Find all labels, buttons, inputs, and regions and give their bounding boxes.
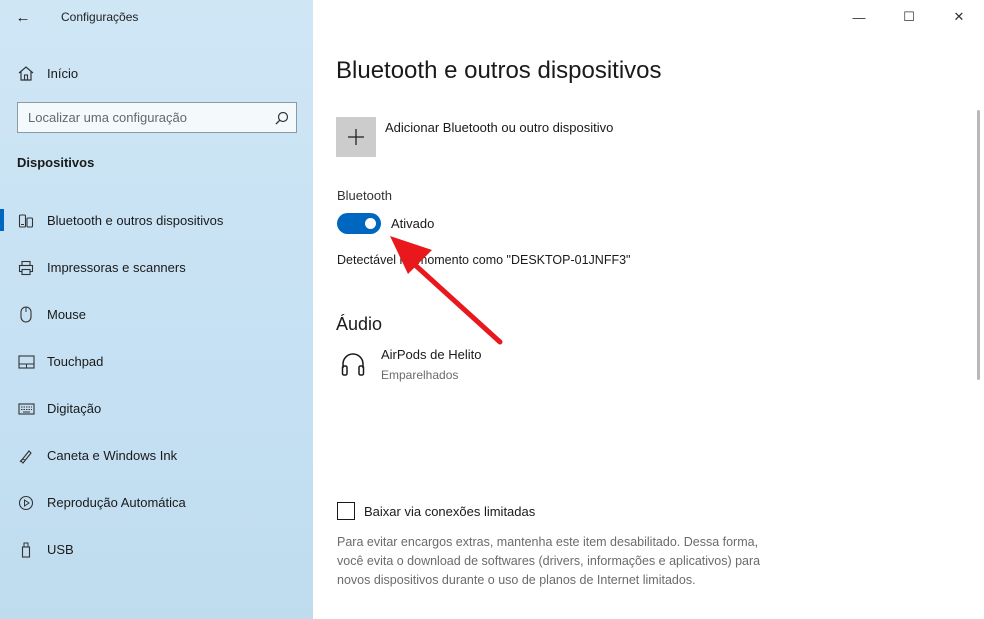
minimize-icon: — <box>852 9 866 25</box>
sidebar-item-mouse[interactable]: Mouse <box>0 291 313 338</box>
discoverable-text: Detectável no momento como "DESKTOP-01JN… <box>337 253 631 267</box>
touchpad-icon <box>17 354 35 369</box>
app-title: Configurações <box>61 10 139 24</box>
sidebar-item-typing[interactable]: Digitação <box>0 385 313 432</box>
maximize-button[interactable]: ☐ <box>884 0 934 34</box>
title-bar: ← Configurações <box>0 0 313 34</box>
autoplay-icon <box>17 495 35 511</box>
sidebar-item-label: Bluetooth e outros dispositivos <box>47 213 224 228</box>
metered-connection-option[interactable]: Baixar via conexões limitadas <box>337 502 535 520</box>
audio-section-title: Áudio <box>336 314 383 334</box>
annotation-arrow-icon <box>390 236 503 345</box>
window-controls: — ☐ ✕ <box>834 0 984 34</box>
close-icon: ✕ <box>953 9 965 24</box>
device-status: Emparelhados <box>381 368 459 382</box>
mouse-icon <box>17 306 35 323</box>
add-device-button[interactable]: Adicionar Bluetooth ou outro dispositivo <box>336 117 613 157</box>
device-name: AirPods de Helito <box>381 347 482 362</box>
bluetooth-toggle-row: Ativado <box>337 213 434 234</box>
search-input[interactable]: Localizar uma configuração <box>17 102 297 133</box>
sidebar-item-bluetooth[interactable]: Bluetooth e outros dispositivos <box>0 197 313 244</box>
toggle-knob <box>365 218 376 229</box>
headphones-icon <box>340 347 368 381</box>
toggle-state-label: Ativado <box>391 216 435 231</box>
device-text: AirPods de Helito Emparelhados <box>381 347 481 382</box>
sidebar-item-label: Digitação <box>47 401 102 416</box>
sidebar-item-label: Impressoras e scanners <box>47 260 186 275</box>
sidebar-item-label: Touchpad <box>47 354 104 369</box>
back-button[interactable]: ← <box>0 0 46 34</box>
bluetooth-toggle[interactable] <box>337 213 381 234</box>
sidebar-item-pen[interactable]: Caneta e Windows Ink <box>0 432 313 479</box>
sidebar: ← Configurações Início Localizar uma con… <box>0 0 313 619</box>
bluetooth-label: Bluetooth <box>337 188 392 203</box>
sidebar-item-label: Mouse <box>47 307 87 322</box>
keyboard-icon <box>17 402 35 415</box>
bluetooth-devices-icon <box>17 213 35 229</box>
sidebar-item-autoplay[interactable]: Reprodução Automática <box>0 479 313 526</box>
sidebar-nav: Bluetooth e outros dispositivos Impresso… <box>0 197 313 573</box>
audio-device-item[interactable]: AirPods de Helito Emparelhados <box>340 347 481 382</box>
sidebar-item-label: Início <box>47 65 79 81</box>
home-icon <box>17 65 35 81</box>
add-device-label: Adicionar Bluetooth ou outro dispositivo <box>385 120 614 135</box>
maximize-icon: ☐ <box>903 9 915 24</box>
sidebar-item-touchpad[interactable]: Touchpad <box>0 338 313 385</box>
section-title: Dispositivos <box>17 155 95 170</box>
sidebar-item-label: Caneta e Windows Ink <box>47 448 178 463</box>
pen-icon <box>17 448 35 464</box>
close-button[interactable]: ✕ <box>934 0 984 34</box>
sidebar-item-printers[interactable]: Impressoras e scanners <box>0 244 313 291</box>
plus-icon <box>348 129 364 145</box>
sidebar-item-label: Reprodução Automática <box>47 495 186 510</box>
minimize-button[interactable]: — <box>834 0 884 34</box>
search-icon[interactable] <box>268 111 296 125</box>
search-placeholder: Localizar uma configuração <box>28 110 187 125</box>
metered-description: Para evitar encargos extras, mantenha es… <box>337 535 761 587</box>
printer-icon <box>17 260 35 276</box>
scrollbar[interactable] <box>977 110 980 380</box>
sidebar-item-label: USB <box>47 542 74 557</box>
metered-label: Baixar via conexões limitadas <box>364 503 536 519</box>
page-title: Bluetooth e outros dispositivos <box>336 57 662 84</box>
metered-checkbox[interactable] <box>337 502 355 520</box>
usb-icon <box>17 542 35 558</box>
add-tile <box>336 117 376 157</box>
sidebar-item-home[interactable]: Início <box>0 60 313 86</box>
sidebar-item-usb[interactable]: USB <box>0 526 313 573</box>
back-arrow-icon: ← <box>15 8 31 26</box>
